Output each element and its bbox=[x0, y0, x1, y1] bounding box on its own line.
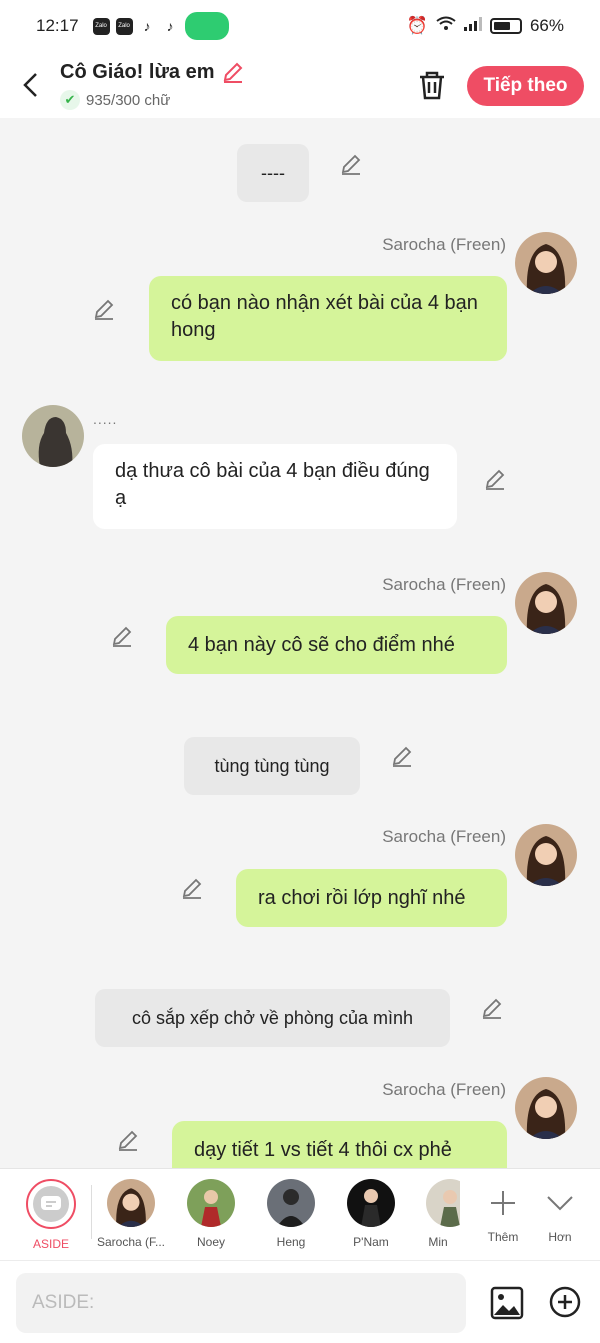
status-time: 12:17 bbox=[36, 16, 79, 35]
message-bubble[interactable]: 4 bạn này cô sẽ cho điểm nhé bbox=[166, 616, 507, 674]
chevron-left-icon bbox=[23, 73, 37, 97]
header: Cô Giáo! lừa em ✔ 935/300 chữ Tiếp theo bbox=[0, 52, 600, 118]
character-min[interactable]: Min bbox=[416, 1179, 460, 1249]
word-count: 935/300 chữ bbox=[86, 91, 171, 109]
next-button[interactable]: Tiếp theo bbox=[467, 66, 584, 106]
edit-pencil-icon[interactable] bbox=[481, 996, 505, 1020]
notification-icons: Zalo Zalo ♪ ♪ bbox=[92, 12, 229, 40]
check-icon: ✔ bbox=[60, 90, 80, 110]
character-pnam[interactable]: P'Nam bbox=[336, 1179, 406, 1249]
battery-icon bbox=[489, 18, 522, 34]
edit-pencil-icon[interactable] bbox=[340, 152, 364, 176]
message-bubble[interactable]: dạy tiết 1 vs tiết 4 thôi cx phẻ bbox=[172, 1121, 507, 1168]
edit-pencil-icon[interactable] bbox=[111, 624, 135, 648]
narration-bubble[interactable]: tùng tùng tùng bbox=[184, 737, 360, 795]
more-label: Thêm bbox=[487, 1230, 519, 1244]
messages-icon bbox=[184, 12, 229, 40]
message-bubble[interactable]: dạ thưa cô bài của 4 bạn điều đúng ạ bbox=[93, 444, 457, 529]
sender-name: Sarocha (Freen) bbox=[382, 235, 506, 254]
chat-area[interactable]: ---- Sarocha (Freen) có bạn nào nhận xét… bbox=[0, 118, 600, 1168]
avatar bbox=[347, 1179, 395, 1227]
avatar[interactable] bbox=[515, 1077, 577, 1139]
alarm-icon: ⏰ bbox=[406, 16, 428, 35]
tiktok-icon: ♪ bbox=[161, 17, 179, 35]
edit-pencil-icon[interactable] bbox=[181, 876, 205, 900]
character-noey[interactable]: Noey bbox=[176, 1179, 246, 1249]
sender-name: Sarocha (Freen) bbox=[382, 575, 506, 594]
avatar bbox=[426, 1179, 460, 1227]
sender-name: ..... bbox=[93, 411, 118, 427]
image-icon[interactable] bbox=[489, 1285, 525, 1321]
input-bar bbox=[0, 1260, 600, 1343]
tiktok-icon: ♪ bbox=[138, 17, 156, 35]
zalo-icon: Zalo bbox=[92, 17, 110, 35]
avatar bbox=[107, 1179, 155, 1227]
avatar[interactable] bbox=[515, 232, 577, 294]
trash-icon[interactable] bbox=[415, 68, 449, 102]
character-name: Min bbox=[428, 1235, 448, 1249]
message-bubble[interactable]: ra chơi rồi lớp nghĩ nhé bbox=[236, 869, 507, 927]
character-name: Sarocha (F... bbox=[96, 1235, 166, 1249]
character-bar: ASIDE Sarocha (F... Noey Heng P'Nam Min … bbox=[0, 1168, 600, 1260]
add-circle-icon[interactable] bbox=[548, 1285, 582, 1319]
edit-pencil-icon[interactable] bbox=[117, 1128, 141, 1152]
collapse-label: Hơn bbox=[548, 1230, 572, 1244]
avatar[interactable] bbox=[515, 572, 577, 634]
chevron-down-icon bbox=[547, 1196, 573, 1211]
wifi-icon bbox=[436, 16, 456, 37]
divider bbox=[91, 1185, 92, 1239]
story-title-row[interactable]: Cô Giáo! lừa em bbox=[60, 60, 245, 84]
edit-pencil-icon[interactable] bbox=[391, 744, 415, 768]
narration-bubble[interactable]: ---- bbox=[237, 144, 309, 202]
signal-icon bbox=[463, 16, 482, 36]
avatar bbox=[267, 1179, 315, 1227]
status-bar: 12:17 Zalo Zalo ♪ ♪ ⏰ 66% bbox=[0, 0, 600, 52]
sender-name: Sarocha (Freen) bbox=[382, 1080, 506, 1099]
avatar bbox=[187, 1179, 235, 1227]
message-input[interactable] bbox=[16, 1273, 466, 1333]
chat-bubble-icon bbox=[33, 1186, 69, 1222]
character-heng[interactable]: Heng bbox=[256, 1179, 326, 1249]
back-button[interactable] bbox=[0, 55, 60, 115]
character-name: Heng bbox=[276, 1235, 306, 1249]
character-sarocha[interactable]: Sarocha (F... bbox=[96, 1179, 166, 1249]
aside-label: ASIDE bbox=[32, 1237, 69, 1251]
character-name: Noey bbox=[196, 1235, 225, 1249]
aside-button[interactable] bbox=[26, 1179, 76, 1229]
edit-pencil-icon[interactable] bbox=[93, 297, 117, 321]
zalo-icon: Zalo bbox=[115, 17, 133, 35]
story-title: Cô Giáo! lừa em bbox=[60, 60, 215, 83]
message-bubble[interactable]: có bạn nào nhận xét bài của 4 bạn hong bbox=[149, 276, 507, 361]
edit-pencil-icon[interactable] bbox=[484, 467, 508, 491]
collapse-button[interactable]: Hơn bbox=[525, 1179, 595, 1244]
plus-icon bbox=[491, 1191, 515, 1215]
battery-percent: 66% bbox=[529, 16, 564, 35]
edit-pencil-icon[interactable] bbox=[221, 60, 245, 84]
character-name: P'Nam bbox=[353, 1235, 389, 1249]
sender-name: Sarocha (Freen) bbox=[382, 827, 506, 846]
avatar[interactable] bbox=[515, 824, 577, 886]
narration-bubble[interactable]: cô sắp xếp chở về phòng của mình bbox=[95, 989, 450, 1047]
avatar[interactable] bbox=[22, 405, 84, 467]
